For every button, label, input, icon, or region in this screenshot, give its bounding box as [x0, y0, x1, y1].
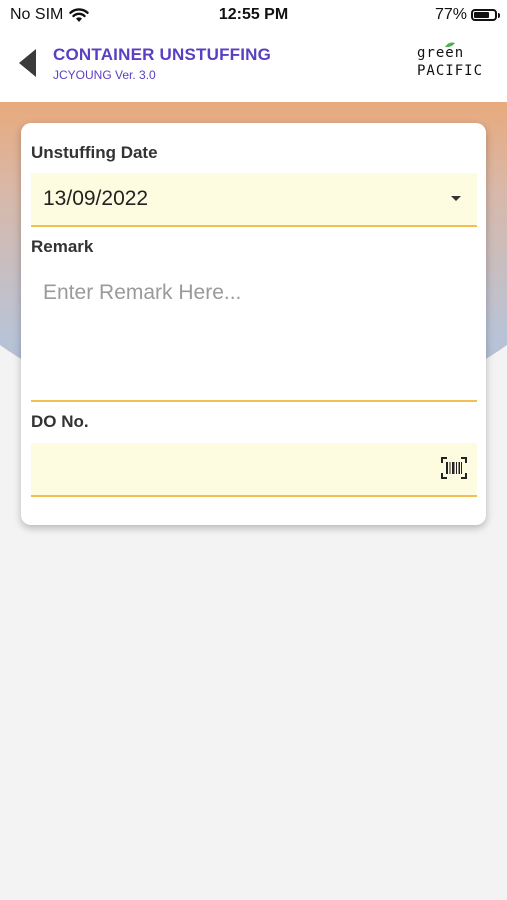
remark-field [31, 265, 477, 402]
app-header: CONTAINER UNSTUFFING JCYOUNG Ver. 3.0 gr… [0, 32, 507, 102]
do-number-field [31, 443, 477, 497]
chevron-down-icon [451, 196, 461, 201]
page-subtitle: JCYOUNG Ver. 3.0 [53, 68, 156, 82]
do-number-label: DO No. [31, 412, 89, 431]
title-block: CONTAINER UNSTUFFING JCYOUNG Ver. 3.0 [53, 45, 271, 82]
leaf-icon [445, 42, 455, 48]
logo-text-line2: PACIFIC [417, 63, 484, 79]
form-card: Unstuffing Date 13/09/2022 Remark DO No. [21, 123, 486, 525]
remark-input[interactable] [31, 265, 477, 400]
back-button[interactable] [12, 46, 42, 80]
remark-label: Remark [31, 237, 94, 256]
battery-percent: 77% [434, 6, 467, 23]
status-right: 77% [434, 6, 500, 24]
page-title: CONTAINER UNSTUFFING [53, 45, 272, 64]
unstuffing-date-picker[interactable]: 13/09/2022 [31, 173, 477, 227]
back-arrow-icon [18, 49, 36, 77]
clock: 12:55 PM [218, 6, 289, 23]
green-pacific-logo: green PACIFIC [417, 42, 484, 88]
battery-level [474, 12, 489, 18]
battery-icon [471, 9, 500, 21]
barcode-scan-icon[interactable] [441, 457, 467, 479]
unstuffing-date-value: 13/09/2022 [43, 187, 149, 210]
status-bar: No SIM 12:55 PM 77% [0, 0, 507, 32]
do-number-input[interactable] [31, 443, 431, 495]
unstuffing-date-label: Unstuffing Date [31, 143, 158, 162]
